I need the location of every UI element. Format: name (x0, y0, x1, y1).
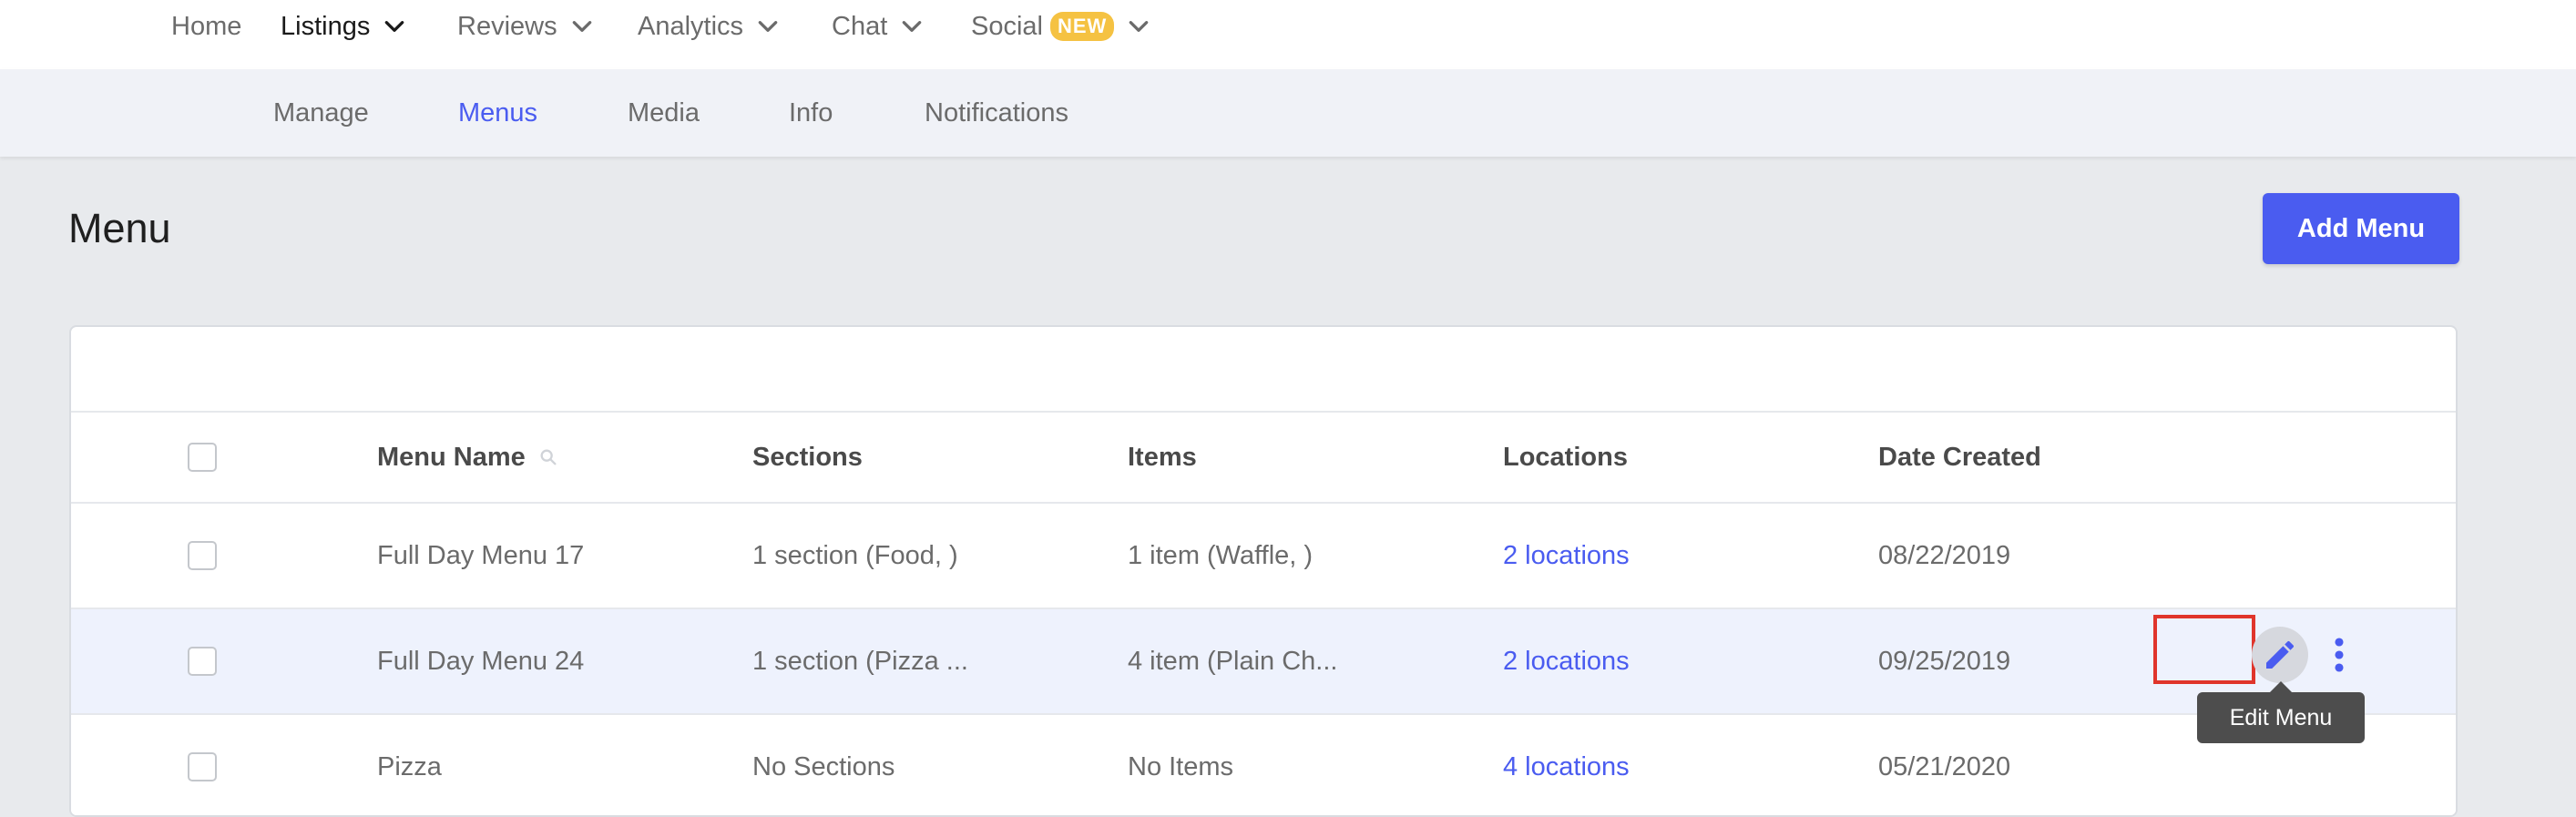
more-actions-button[interactable] (2328, 636, 2350, 674)
tab-manage[interactable]: Manage (273, 69, 369, 157)
tab-notifications[interactable]: Notifications (925, 69, 1068, 157)
menu-name-cell: Pizza (377, 751, 442, 781)
tab-menus[interactable]: Menus (458, 69, 537, 157)
nav-item-label: Listings (281, 11, 371, 41)
nav-item-social[interactable]: Social NEW (971, 0, 1150, 53)
table-row[interactable]: Full Day Menu 24 1 section (Pizza ... 4 … (71, 609, 2456, 715)
menu-name-cell: Full Day Menu 17 (377, 540, 585, 570)
table-row[interactable]: Full Day Menu 17 1 section (Food, ) 1 it… (71, 504, 2456, 609)
nav-item-listings[interactable]: Listings (281, 0, 406, 53)
column-header-locations: Locations (1503, 442, 1628, 472)
nav-item-reviews[interactable]: Reviews (457, 0, 594, 53)
table-header: Menu Name Sections Items Locations Date … (71, 413, 2456, 504)
add-menu-button[interactable]: Add Menu (2263, 193, 2459, 264)
nav-item-label: Social (971, 11, 1043, 41)
items-cell: 4 item (Plain Ch... (1128, 646, 1338, 676)
nav-item-label: Chat (832, 11, 888, 41)
column-header-label: Menu Name (377, 442, 526, 472)
chevron-down-icon (756, 15, 780, 38)
edit-highlight-box (2153, 615, 2255, 684)
nav-item-chat[interactable]: Chat (832, 0, 924, 53)
locations-link[interactable]: 2 locations (1503, 609, 1630, 713)
locations-link[interactable]: 2 locations (1503, 504, 1630, 608)
select-all-cell (188, 413, 217, 502)
tab-media[interactable]: Media (628, 69, 700, 157)
date-created-cell: 08/22/2019 (1878, 540, 2011, 570)
nav-item-label: Analytics (638, 11, 744, 41)
tab-info[interactable]: Info (789, 69, 833, 157)
edit-menu-tooltip: Edit Menu (2197, 681, 2365, 743)
edit-menu-button[interactable] (2252, 627, 2308, 683)
column-header-items: Items (1128, 442, 1197, 472)
sub-navigation: Manage Menus Media Info Notifications (0, 69, 2576, 157)
nav-item-label: Reviews (457, 11, 557, 41)
nav-item-label: Home (171, 11, 242, 41)
menu-table-card: Menu Name Sections Items Locations Date … (69, 325, 2458, 817)
items-cell: No Items (1128, 751, 1234, 781)
sections-cell: 1 section (Pizza ... (752, 646, 968, 676)
date-created-cell: 09/25/2019 (1878, 646, 2011, 676)
more-vertical-icon (2335, 638, 2344, 672)
row-select-cell (188, 609, 217, 713)
table-toolbar (71, 327, 2456, 413)
row-select-cell (188, 715, 217, 815)
sections-cell: No Sections (752, 751, 895, 781)
page-title: Menu (68, 205, 171, 251)
date-created-cell: 05/21/2020 (1878, 751, 2011, 781)
top-navigation: Home Listings Reviews Analytics Chat Soc… (0, 0, 2576, 69)
select-all-checkbox[interactable] (188, 443, 217, 472)
menu-name-cell: Full Day Menu 24 (377, 646, 585, 676)
new-badge: NEW (1050, 12, 1115, 41)
row-select-cell (188, 504, 217, 608)
nav-item-analytics[interactable]: Analytics (638, 0, 780, 53)
column-header-date-created: Date Created (1878, 442, 2041, 472)
nav-item-home[interactable]: Home (171, 0, 241, 53)
row-checkbox[interactable] (188, 541, 217, 570)
row-checkbox[interactable] (188, 647, 217, 676)
items-cell: 1 item (Waffle, ) (1128, 540, 1314, 570)
chevron-down-icon (900, 15, 924, 38)
chevron-down-icon (1127, 15, 1150, 38)
locations-link[interactable]: 4 locations (1503, 715, 1630, 815)
search-icon[interactable] (538, 447, 558, 467)
column-header-menu-name[interactable]: Menu Name (377, 413, 558, 502)
row-checkbox[interactable] (188, 752, 217, 781)
column-header-sections: Sections (752, 442, 863, 472)
chevron-down-icon (570, 15, 594, 38)
table-row[interactable]: Pizza No Sections No Items 4 locations 0… (71, 715, 2456, 815)
pencil-icon (2266, 640, 2295, 669)
sections-cell: 1 section (Food, ) (752, 540, 958, 570)
chevron-down-icon (383, 15, 406, 38)
